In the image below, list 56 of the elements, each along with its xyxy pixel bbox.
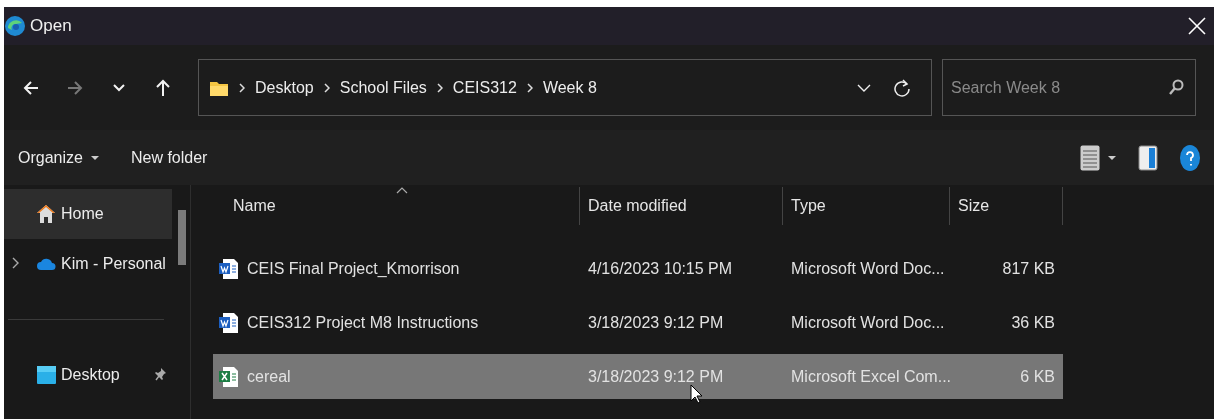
close-button[interactable] (1188, 17, 1206, 35)
breadcrumb-item[interactable]: Desktop (255, 78, 314, 97)
file-row[interactable]: CEIS Final Project_Kmorrison 4/16/2023 10:15 PM Microsoft Word Doc... 817 KB (213, 246, 1063, 291)
sort-ascending-icon (396, 187, 408, 194)
date-cell-text: 3/18/2023 9:12 PM (587, 313, 725, 332)
size-cell-text: 817 KB (1001, 259, 1056, 278)
organize-menu-button[interactable]: Organize (18, 144, 99, 171)
type-cell-text: Microsoft Word Doc... (790, 259, 946, 278)
word-document-icon (219, 257, 239, 280)
size-cell-text: 6 KB (1019, 367, 1056, 386)
date-cell-text: 4/16/2023 10:15 PM (587, 259, 734, 278)
chevron-right-icon (239, 82, 245, 93)
spreadsheet-icon (219, 365, 239, 388)
forward-arrow-icon (66, 78, 84, 97)
file-row[interactable]: CEIS312 Project M8 Instructions 3/18/2023 9:12 PM Microsoft Word Doc... 36 KB (213, 300, 1063, 345)
word-document-icon (219, 311, 239, 334)
help-icon (1180, 144, 1200, 171)
refresh-icon (893, 78, 911, 97)
chevron-right-icon (526, 82, 533, 93)
file-name: cereal (247, 367, 291, 386)
column-header[interactable]: Size (950, 187, 1063, 225)
search-icon (1168, 79, 1184, 95)
chevron-right-icon (323, 82, 330, 93)
home-icon (36, 203, 57, 225)
address-bar[interactable]: Desktop School Files CEIS312 Week 8 (198, 59, 932, 116)
date-cell-text: 3/18/2023 9:12 PM (587, 367, 725, 386)
column-header[interactable]: Type (783, 187, 950, 225)
search-field[interactable]: Search Week 8 (942, 59, 1196, 116)
chevron-right-icon (436, 82, 443, 93)
breadcrumb-item[interactable]: CEIS312 (452, 78, 517, 97)
file-name: CEIS Final Project_Kmorrison (247, 259, 460, 278)
back-arrow-icon (22, 78, 40, 97)
type-cell-text: Microsoft Excel Com... (790, 367, 950, 386)
dropdown-arrow-icon (90, 155, 99, 160)
column-header[interactable]: Name (213, 187, 580, 225)
breadcrumb-item[interactable]: Week 8 (542, 78, 597, 97)
sidebar-item[interactable]: Kim - Personal (4, 239, 172, 289)
file-row[interactable]: cereal 3/18/2023 9:12 PM Microsoft Excel Com... 6 KB (213, 354, 1063, 399)
column-header[interactable]: Date modified (580, 187, 783, 225)
list-view-icon (1080, 144, 1100, 171)
sidebar-item[interactable]: Desktop (4, 350, 172, 400)
breadcrumb-item[interactable]: School Files (339, 78, 427, 97)
size-cell-text: 36 KB (1010, 313, 1056, 332)
desktop-icon (36, 364, 57, 386)
dropdown-arrow-icon (1108, 155, 1116, 160)
sidebar-item[interactable]: Home (4, 189, 172, 239)
scrollbar-thumb[interactable] (178, 210, 186, 265)
preview-pane-icon (1138, 144, 1158, 171)
type-cell-text: Microsoft Word Doc... (790, 313, 946, 332)
window-title: Open (30, 16, 73, 36)
browser-logo-icon (4, 15, 26, 37)
mouse-cursor-icon (690, 384, 704, 404)
close-icon (1188, 17, 1206, 35)
up-arrow-icon (154, 78, 172, 97)
new-folder-button[interactable]: New folder (130, 144, 208, 171)
file-name: CEIS312 Project M8 Instructions (247, 313, 479, 332)
